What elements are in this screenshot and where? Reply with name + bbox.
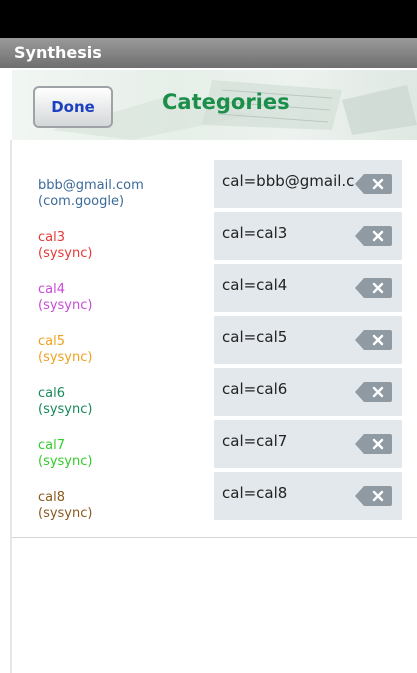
list-item: cal7 (sysync) cal=cal7: [12, 420, 417, 472]
list-item: cal8 (sysync) cal=cal8: [12, 472, 417, 524]
list-item: cal5 (sysync) cal=cal5: [12, 316, 417, 368]
page-title: Categories: [162, 90, 290, 114]
account-name: cal5: [38, 334, 65, 349]
account-label: cal3 (sysync): [38, 230, 92, 262]
account-type: (sysync): [38, 506, 93, 521]
category-field-value: cal=cal8: [222, 484, 288, 502]
account-type: (sysync): [38, 350, 93, 365]
account-name: cal4: [38, 282, 65, 297]
list-item: cal6 (sysync) cal=cal6: [12, 368, 417, 420]
account-label: cal7 (sysync): [38, 438, 92, 470]
clear-icon[interactable]: [354, 432, 394, 456]
category-field[interactable]: cal=cal4: [214, 264, 402, 312]
account-type: (sysync): [38, 246, 93, 261]
category-field[interactable]: cal=cal3: [214, 212, 402, 260]
account-name: cal8: [38, 490, 65, 505]
category-field[interactable]: cal=cal7: [214, 420, 402, 468]
header: Done Categories: [12, 70, 417, 140]
category-list: bbb@gmail.com (com.google) cal=bbb@gmail…: [12, 140, 417, 673]
category-field-value: cal=cal3: [222, 224, 288, 242]
account-type: (sysync): [38, 454, 93, 469]
category-field-value: cal=cal4: [222, 276, 288, 294]
clear-icon[interactable]: [354, 484, 394, 508]
category-field[interactable]: cal=cal8: [214, 472, 402, 520]
list-item: cal4 (sysync) cal=cal4: [12, 264, 417, 316]
list-item: cal3 (sysync) cal=cal3: [12, 212, 417, 264]
account-label: cal4 (sysync): [38, 282, 92, 314]
list-bottom-divider: [12, 537, 417, 538]
account-type: (sysync): [38, 402, 93, 417]
clear-icon[interactable]: [354, 276, 394, 300]
category-field-value: cal=cal5: [222, 328, 288, 346]
done-button[interactable]: Done: [33, 86, 113, 128]
left-rail: [0, 140, 12, 673]
clear-icon[interactable]: [354, 328, 394, 352]
app-title: Synthesis: [14, 43, 102, 62]
clear-icon[interactable]: [354, 224, 394, 248]
account-name: cal6: [38, 386, 65, 401]
category-field[interactable]: cal=cal5: [214, 316, 402, 364]
category-field[interactable]: cal=bbb@gmail.com: [214, 160, 402, 208]
account-label: cal8 (sysync): [38, 490, 92, 522]
category-field-value: cal=cal6: [222, 380, 288, 398]
clear-icon[interactable]: [354, 172, 394, 196]
category-field-value: cal=cal7: [222, 432, 288, 450]
account-name: bbb@gmail.com: [38, 178, 144, 193]
app-title-bar: Synthesis: [0, 38, 417, 68]
account-label: cal6 (sysync): [38, 386, 92, 418]
clear-icon[interactable]: [354, 380, 394, 404]
account-name: cal3: [38, 230, 65, 245]
list-item: bbb@gmail.com (com.google) cal=bbb@gmail…: [12, 160, 417, 212]
category-field-value: cal=bbb@gmail.com: [222, 172, 354, 190]
account-name: cal7: [38, 438, 65, 453]
account-type: (com.google): [38, 194, 125, 209]
account-label: bbb@gmail.com (com.google): [38, 178, 144, 210]
category-field[interactable]: cal=cal6: [214, 368, 402, 416]
account-type: (sysync): [38, 298, 93, 313]
status-bar: [0, 0, 417, 38]
account-label: cal5 (sysync): [38, 334, 92, 366]
